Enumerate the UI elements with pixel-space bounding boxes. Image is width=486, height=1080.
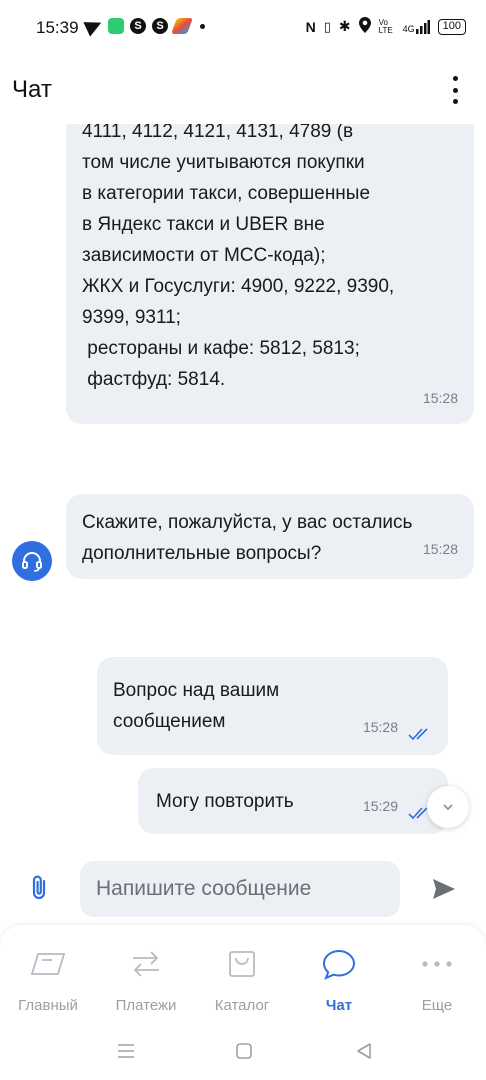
- message-text-line: в Яндекс такси и UBER вне: [82, 214, 325, 235]
- app-header: Чат: [0, 56, 486, 124]
- message-time: 15:29: [362, 798, 398, 814]
- network-label: 4G: [403, 19, 430, 34]
- nav-label: Каталог: [214, 997, 270, 1014]
- bot-message-bubble: Скажите, пожалуйста, у вас остались допо…: [66, 494, 474, 579]
- battery-indicator: 100: [437, 18, 466, 35]
- message-composer: [0, 855, 486, 923]
- more-notifications-icon: [200, 23, 205, 29]
- message-text-line: в категории такси, совершенные: [82, 183, 371, 204]
- message-text-line: 9399, 9311;: [82, 307, 181, 328]
- nfc-icon: N: [305, 18, 316, 35]
- status-time: 15:39: [36, 18, 79, 37]
- system-indicators: N ▯ ✱ Vo LTE 4G 100: [306, 17, 466, 36]
- user-message-bubble: Могу повторить 15:29: [138, 768, 448, 834]
- s-app-icon-2: S: [152, 18, 168, 34]
- page-title: Чат: [12, 76, 52, 103]
- nav-label: Чат: [325, 997, 353, 1014]
- transfer-arrows-icon: [133, 951, 159, 977]
- chevron-down-icon: [443, 804, 453, 811]
- support-headset-icon: [12, 541, 52, 581]
- more-dots-icon: [422, 961, 452, 967]
- colorful-app-icon: [171, 18, 193, 34]
- shopping-bag-icon: [229, 951, 255, 977]
- nav-item-more[interactable]: Еще: [392, 943, 482, 1014]
- volte-label: Vo LTE: [378, 17, 393, 35]
- location-icon: [358, 17, 371, 36]
- message-time: 15:28: [362, 719, 398, 735]
- double-check-icon: [408, 728, 428, 741]
- vibrate-icon: ▯: [323, 18, 331, 34]
- message-text-line: 4111, 4112, 4121, 4131, 4789 (в: [82, 124, 354, 142]
- home-button-icon[interactable]: [232, 1041, 256, 1061]
- s-app-icon: S: [130, 18, 146, 34]
- nav-label: Еще: [421, 997, 453, 1014]
- more-menu-icon[interactable]: [450, 76, 460, 104]
- app-notification-icon: [108, 18, 124, 34]
- message-text-line: дополнительные вопросы?: [82, 543, 322, 564]
- recent-apps-icon[interactable]: [114, 1041, 138, 1061]
- scroll-down-button[interactable]: [427, 786, 469, 828]
- telegram-icon: [83, 15, 105, 37]
- message-time: 15:28: [422, 390, 458, 406]
- message-input[interactable]: [80, 861, 400, 917]
- message-text-line: фастфуд: 5814.: [82, 369, 226, 390]
- message-text-line: Скажите, пожалуйста, у вас остались: [82, 512, 413, 533]
- bluetooth-icon: ✱: [338, 18, 351, 34]
- message-text-line: зависимости от МСС-кода);: [82, 245, 326, 266]
- attach-paperclip-icon[interactable]: [26, 873, 54, 903]
- nav-item-payments[interactable]: Платежи: [101, 943, 191, 1014]
- message-text-line: ЖКХ и Госуслуги: 4900, 9222, 9390,: [82, 276, 395, 297]
- bottom-navigation: Главный Платежи Каталог Чат Еще: [0, 925, 486, 1025]
- status-bar: 15:39 S S N ▯ ✱ Vo LTE 4G 100: [0, 0, 486, 56]
- chat-bubble-icon: [322, 949, 356, 980]
- home-card-icon: [30, 953, 66, 975]
- chat-messages[interactable]: 4111, 4112, 4121, 4131, 4789 (в том числ…: [0, 124, 486, 844]
- user-message-bubble: Вопрос над вашим сообщением 15:28: [97, 657, 448, 755]
- message-time: 15:28: [422, 541, 458, 557]
- message-text-line: рестораны и кафе: 5812, 5813;: [82, 338, 360, 359]
- nav-item-catalog[interactable]: Каталог: [197, 943, 287, 1014]
- bot-message-bubble: 4111, 4112, 4121, 4131, 4789 (в том числ…: [66, 124, 474, 424]
- message-text-line: Вопрос над вашим: [113, 680, 280, 701]
- nav-label: Главный: [18, 997, 78, 1014]
- nav-item-home[interactable]: Главный: [3, 943, 93, 1014]
- back-button-icon[interactable]: [352, 1041, 376, 1061]
- send-icon[interactable]: [430, 875, 458, 903]
- message-text-line: том числе учитываются покупки: [82, 152, 365, 173]
- system-navigation-bar: [0, 1025, 486, 1080]
- notification-icons: S S: [83, 15, 205, 37]
- signal-icon: [415, 19, 430, 34]
- nav-label: Платежи: [115, 997, 177, 1014]
- nav-item-chat[interactable]: Чат: [294, 943, 384, 1014]
